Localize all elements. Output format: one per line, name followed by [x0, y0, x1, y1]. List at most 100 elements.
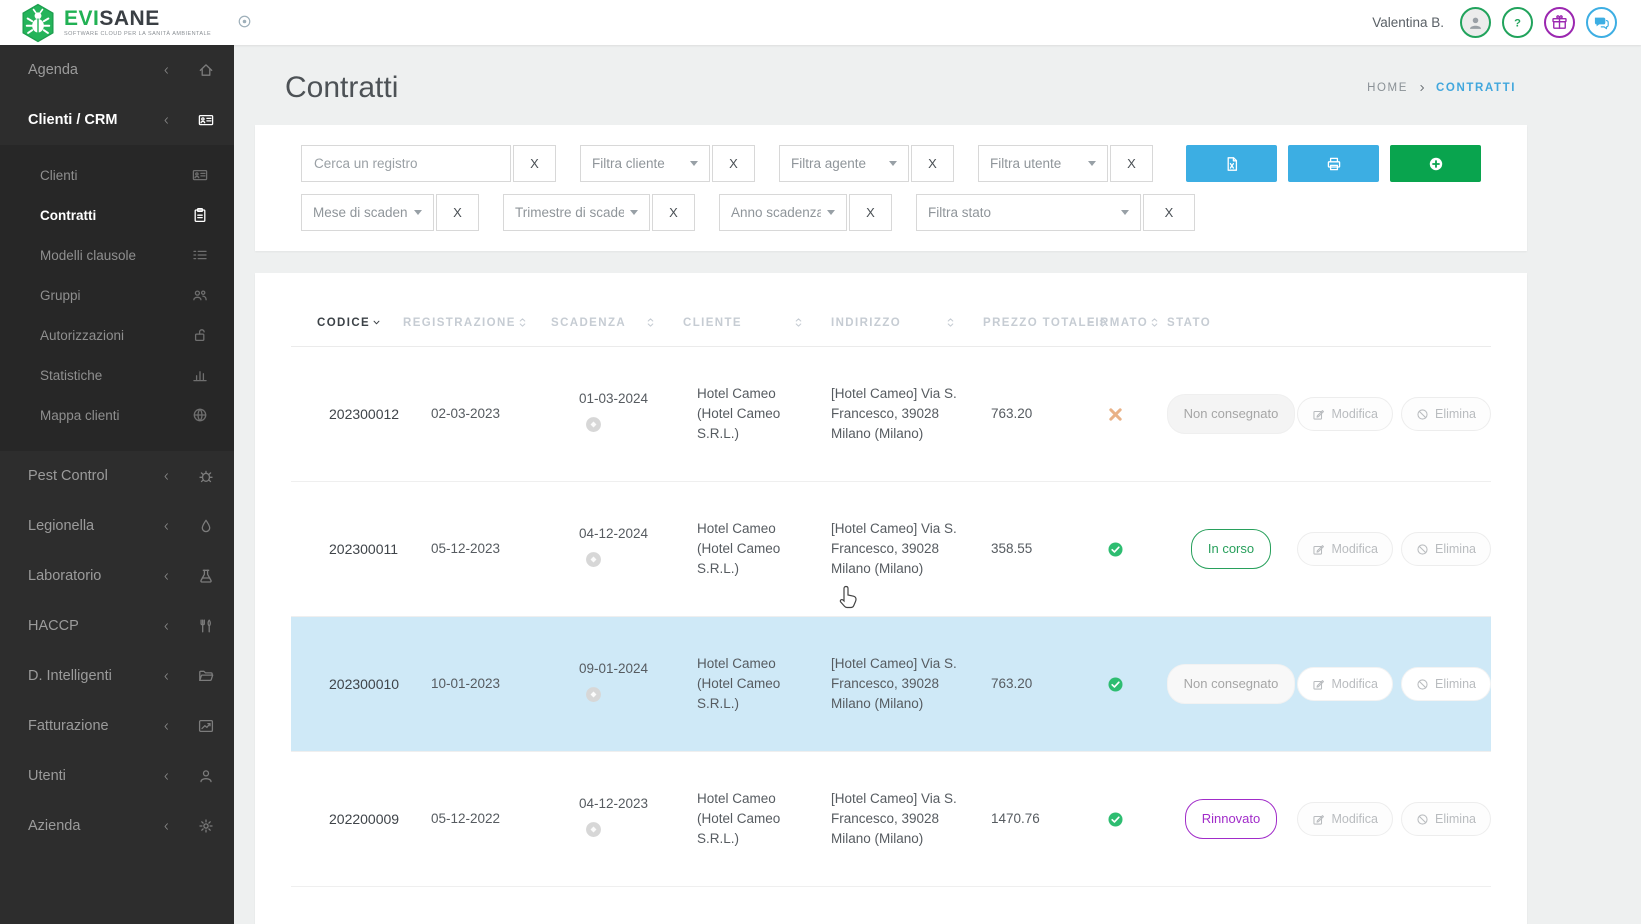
sidebar-item-modelli-clausole[interactable]: Modelli clausole	[0, 235, 234, 275]
chevron-left-icon	[161, 671, 172, 682]
sidebar-nav: Agenda Clienti / CRM Clienti Contratti Model…	[0, 45, 234, 851]
delete-button[interactable]: Elimina	[1401, 397, 1491, 431]
sidebar-item-d-intelligenti[interactable]: D. Intelligenti	[0, 651, 234, 701]
avatar-button[interactable]	[1460, 7, 1491, 38]
clear-filter-button[interactable]: X	[849, 194, 892, 231]
column-header-registrazione[interactable]: REGISTRAZIONE	[403, 316, 551, 329]
sidebar-item-clienti[interactable]: Clienti	[0, 155, 234, 195]
search-input[interactable]	[301, 145, 511, 182]
breadcrumb: HOME CONTRATTI	[1367, 82, 1516, 94]
delete-button[interactable]: Elimina	[1401, 802, 1491, 836]
brand[interactable]: EVISANE SOFTWARE CLOUD PER LA SANITÀ AMB…	[0, 2, 211, 43]
column-header-codice[interactable]: CODICE	[291, 316, 403, 329]
help-button[interactable]: ?	[1502, 7, 1533, 38]
cell-indirizzo: [Hotel Cameo] Via S. Francesco, 39028 Mi…	[831, 385, 957, 442]
edit-button[interactable]: Modifica	[1297, 667, 1393, 701]
cell-actions: Modifica Elimina	[1297, 397, 1491, 431]
filter-select-mese-di-scadenza[interactable]: Mese di scadenza	[301, 194, 434, 231]
table-row[interactable]: 202200009 05-12-2022 04-12-2023 Hotel Cameo…	[291, 752, 1491, 887]
filter-select-filtra-stato[interactable]: Filtra stato	[916, 194, 1141, 231]
filter-select-filtra-utente[interactable]: Filtra utente	[978, 145, 1108, 182]
filter-card: X Filtra clienteXFiltra agenteXFiltra ut…	[255, 125, 1527, 251]
column-header-scadenza[interactable]: SCADENZA	[551, 316, 683, 329]
filter-select-label: Filtra stato	[928, 205, 992, 220]
sidebar-item-laboratorio[interactable]: Laboratorio	[0, 551, 234, 601]
list-alt-icon	[190, 247, 210, 263]
print-icon	[1326, 156, 1342, 172]
chevron-left-icon	[161, 115, 172, 126]
column-header-firmato[interactable]: FIRMATO	[1087, 316, 1167, 329]
chat-button[interactable]	[1586, 7, 1617, 38]
cell-scadenza: 04-12-2024	[551, 524, 683, 574]
sort-icon	[1148, 316, 1161, 329]
cell-stato: Rinnovato	[1167, 799, 1319, 839]
filter-group-filtra-agente: Filtra agente X	[779, 145, 954, 182]
sidebar-item-label: Utenti	[28, 768, 66, 784]
table-row[interactable]: 202300010 10-01-2023 09-01-2024 Hotel Cameo…	[291, 617, 1491, 752]
sidebar-toggle-button[interactable]	[237, 14, 252, 32]
sidebar-item-label: Clienti / CRM	[28, 112, 118, 128]
table-row[interactable]: 202300011 05-12-2023 04-12-2024 Hotel Cameo…	[291, 482, 1491, 617]
clear-filter-button[interactable]: X	[436, 194, 479, 231]
clear-filter-button[interactable]: X	[652, 194, 695, 231]
folder-icon	[196, 668, 216, 684]
filter-select-filtra-agente[interactable]: Filtra agente	[779, 145, 909, 182]
sidebar-item-utenti[interactable]: Utenti	[0, 751, 234, 801]
sidebar-item-haccp[interactable]: HACCP	[0, 601, 234, 651]
edit-icon	[1312, 543, 1325, 556]
clear-filter-button[interactable]: X	[1143, 194, 1195, 231]
sidebar-item-label: Contratti	[40, 207, 97, 223]
sidebar-item-contratti[interactable]: Contratti	[0, 195, 234, 235]
filter-select-anno-scadenza[interactable]: Anno scadenza	[719, 194, 847, 231]
filter-group-trimestre-di-scadenza: Trimestre di scadenza X	[503, 194, 695, 231]
clear-search-button[interactable]: X	[513, 145, 556, 182]
filter-select-label: Anno scadenza	[731, 205, 821, 220]
edit-button-label: Modifica	[1331, 812, 1378, 826]
topbar-right: Valentina B. ?	[1372, 7, 1641, 38]
cell-registrazione: 05-12-2023	[431, 540, 501, 556]
sidebar-item-mappa-clienti[interactable]: Mappa clienti	[0, 395, 234, 435]
filter-select-label: Trimestre di scadenza	[515, 205, 624, 220]
sidebar-item-pest-control[interactable]: Pest Control	[0, 451, 234, 501]
id-card-icon	[196, 112, 216, 128]
breadcrumb-home[interactable]: HOME	[1367, 82, 1408, 94]
cell-registrazione: 02-03-2023	[431, 405, 501, 421]
filter-group-filtra-utente: Filtra utente X	[978, 145, 1153, 182]
filter-select-filtra-cliente[interactable]: Filtra cliente	[580, 145, 710, 182]
column-header-indirizzo[interactable]: INDIRIZZO	[831, 316, 983, 329]
clipboard-icon	[190, 207, 210, 223]
delete-button[interactable]: Elimina	[1401, 667, 1491, 701]
sidebar-item-fatturazione[interactable]: Fatturazione	[0, 701, 234, 751]
filter-group-filtra-cliente: Filtra cliente X	[580, 145, 755, 182]
print-button[interactable]	[1288, 145, 1379, 182]
clear-filter-button[interactable]: X	[712, 145, 755, 182]
edit-button[interactable]: Modifica	[1297, 532, 1393, 566]
sidebar-item-clienti-crm[interactable]: Clienti / CRM	[0, 95, 234, 145]
add-contract-button[interactable]	[1390, 145, 1481, 182]
chevron-right-icon	[1417, 83, 1427, 93]
edit-button[interactable]: Modifica	[1297, 802, 1393, 836]
clear-filter-button[interactable]: X	[911, 145, 954, 182]
scadenza-date: 04-12-2023	[579, 796, 649, 812]
column-header-cliente[interactable]: CLIENTE	[683, 316, 831, 329]
clear-filter-button[interactable]: X	[1110, 145, 1153, 182]
sidebar-item-legionella[interactable]: Legionella	[0, 501, 234, 551]
status-badge: Non consegnato	[1166, 664, 1296, 704]
sidebar-item-azienda[interactable]: Azienda	[0, 801, 234, 851]
renew-icon	[585, 416, 602, 433]
brand-text: EVISANE SOFTWARE CLOUD PER LA SANITÀ AMB…	[64, 8, 211, 37]
sidebar-item-agenda[interactable]: Agenda	[0, 45, 234, 95]
delete-button[interactable]: Elimina	[1401, 532, 1491, 566]
user-name: Valentina B.	[1372, 15, 1444, 30]
table-row[interactable]: 202300012 02-03-2023 01-03-2024 Hotel Cameo…	[291, 347, 1491, 482]
sidebar-item-gruppi[interactable]: Gruppi	[0, 275, 234, 315]
status-badge: Rinnovato	[1184, 799, 1278, 839]
column-header-prezzo-totale[interactable]: PREZZO TOTALE	[983, 316, 1106, 329]
column-header-stato: STATO	[1167, 317, 1319, 329]
gift-button[interactable]	[1544, 7, 1575, 38]
edit-button[interactable]: Modifica	[1297, 397, 1393, 431]
sidebar-item-autorizzazioni[interactable]: Autorizzazioni	[0, 315, 234, 355]
filter-select-trimestre-di-scadenza[interactable]: Trimestre di scadenza	[503, 194, 650, 231]
sidebar-item-statistiche[interactable]: Statistiche	[0, 355, 234, 395]
export-excel-button[interactable]	[1186, 145, 1277, 182]
